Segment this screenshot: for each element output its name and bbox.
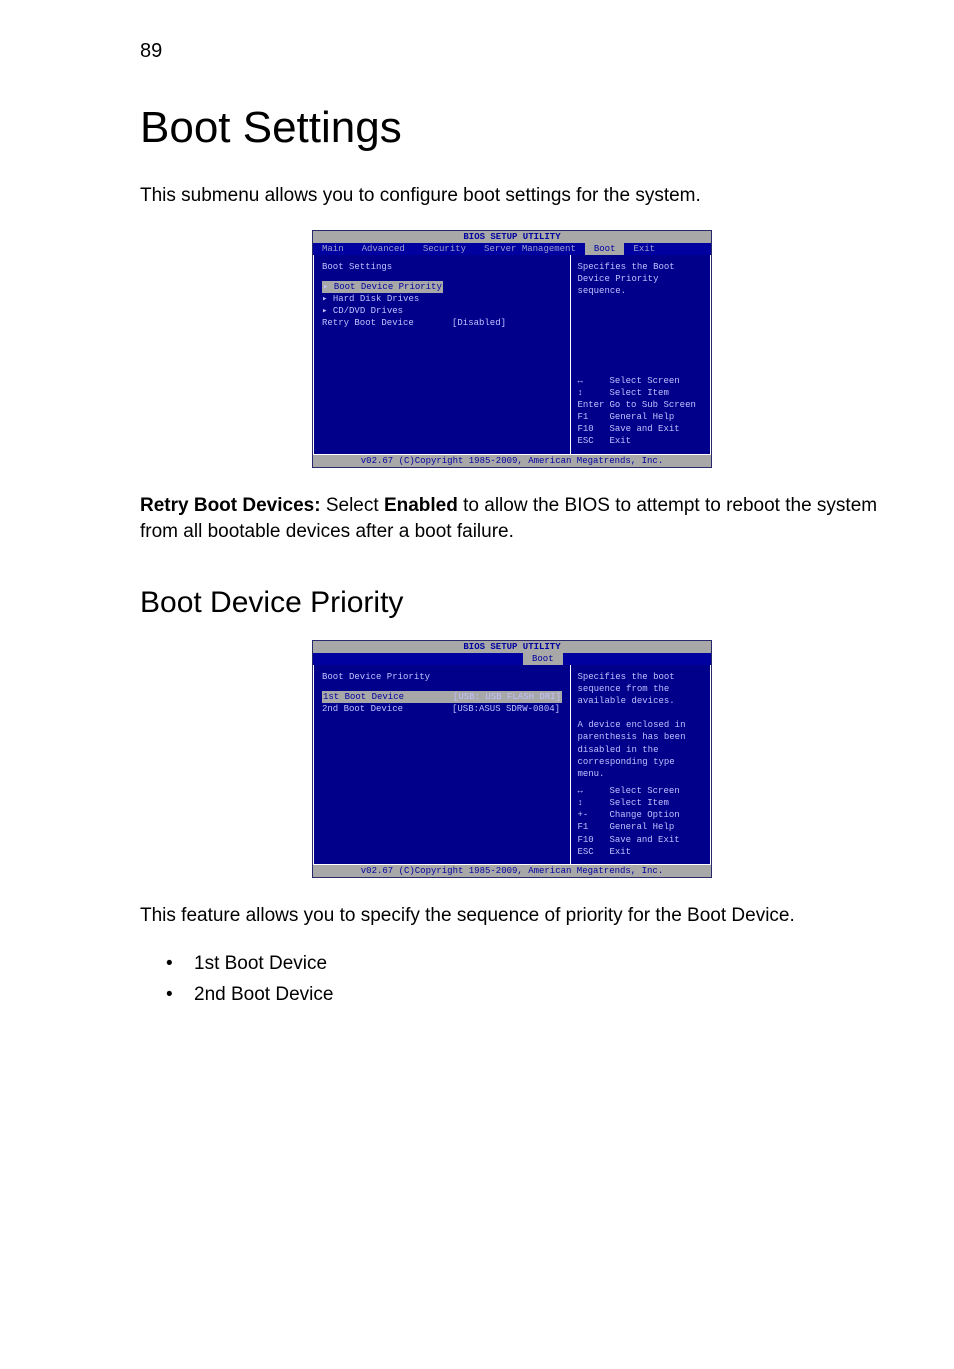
bios-tab-exit: Exit: [624, 243, 664, 255]
nav-text: General Help: [609, 821, 674, 833]
bios-item-hard-disk-drives: Hard Disk Drives: [322, 293, 419, 305]
bios-item-2nd-boot-device: 2nd Boot Device: [322, 703, 452, 715]
bios-item-retry-boot-device-value: [Disabled]: [452, 317, 506, 329]
bios-tab-bar: Main Advanced Security Server Management…: [313, 243, 711, 255]
retry-text-1: Select: [321, 495, 384, 516]
bios-item-1st-boot-device: 1st Boot Device: [322, 691, 452, 703]
section-heading-boot-device-priority: Boot Device Priority: [140, 586, 884, 620]
bios-item-2nd-boot-device-value: [USB:ASUS SDRW-0804]: [452, 703, 560, 715]
bios-screenshot-boot-device-priority: BIOS SETUP UTILITY Boot Boot Device Prio…: [312, 640, 712, 878]
bios-right-pane: Specifies the boot sequence from the ava…: [571, 665, 711, 865]
bios-tab-main: Main: [313, 243, 353, 255]
retry-bold-enabled: Enabled: [384, 495, 458, 516]
bios-title: BIOS SETUP UTILITY: [313, 641, 711, 653]
bios-help-text: Specifies the Boot Device Priority seque…: [577, 261, 704, 297]
retry-bold-label: Retry Boot Devices:: [140, 495, 321, 516]
nav-text: Select Item: [609, 387, 668, 399]
nav-text: Select Item: [609, 797, 668, 809]
nav-text: Exit: [609, 435, 631, 447]
bios-tab-boot: Boot: [585, 243, 625, 255]
nav-key: ↕: [577, 797, 609, 809]
nav-text: Select Screen: [609, 785, 679, 797]
nav-key: ↕: [577, 387, 609, 399]
bios-left-pane: Boot Device Priority 1st Boot Device [US…: [313, 665, 571, 865]
bios-tab-advanced: Advanced: [353, 243, 414, 255]
bios-item-cd-dvd-drives: CD/DVD Drives: [322, 305, 403, 317]
nav-text: Select Screen: [609, 375, 679, 387]
nav-key: +-: [577, 809, 609, 821]
nav-key: ↔: [577, 375, 609, 387]
nav-text: Save and Exit: [609, 834, 679, 846]
nav-key: F10: [577, 834, 609, 846]
bios-item-retry-boot-device: Retry Boot Device: [322, 317, 452, 329]
bios-left-pane: Boot Settings Boot Device Priority Hard …: [313, 255, 571, 455]
page-number: 89: [140, 40, 884, 63]
list-item: 2nd Boot Device: [166, 980, 884, 1010]
retry-paragraph: Retry Boot Devices: Select Enabled to al…: [140, 493, 884, 546]
page-title: Boot Settings: [140, 103, 884, 153]
nav-text: Save and Exit: [609, 423, 679, 435]
bios-tab-boot: Boot: [523, 653, 563, 665]
bios-item-boot-device-priority: Boot Device Priority: [322, 281, 443, 293]
bios-title: BIOS SETUP UTILITY: [313, 231, 711, 243]
list-item: 1st Boot Device: [166, 949, 884, 979]
nav-text: Go to Sub Screen: [609, 399, 695, 411]
bios-tab-security: Security: [414, 243, 475, 255]
intro-paragraph: This submenu allows you to configure boo…: [140, 183, 884, 210]
nav-key: ESC: [577, 846, 609, 858]
priority-paragraph: This feature allows you to specify the s…: [140, 903, 884, 930]
nav-key: F1: [577, 411, 609, 423]
nav-key: F10: [577, 423, 609, 435]
bios-footer: v02.67 (C)Copyright 1985-2009, American …: [313, 455, 711, 467]
bios-right-pane: Specifies the Boot Device Priority seque…: [571, 255, 711, 455]
boot-device-list: 1st Boot Device 2nd Boot Device: [140, 949, 884, 1010]
bios-section-heading: Boot Settings: [322, 261, 562, 273]
nav-key: ↔: [577, 785, 609, 797]
bios-item-1st-boot-device-value: [USB: USB FLASH DRI]: [452, 691, 562, 703]
bios-nav-keys: ↔Select Screen ↕Select Item +-Change Opt…: [577, 785, 704, 858]
bios-footer: v02.67 (C)Copyright 1985-2009, American …: [313, 865, 711, 877]
nav-text: Exit: [609, 846, 631, 858]
nav-key: Enter: [577, 399, 609, 411]
nav-text: Change Option: [609, 809, 679, 821]
bios-help-text: Specifies the boot sequence from the ava…: [577, 671, 704, 780]
bios-nav-keys: ↔Select Screen ↕Select Item EnterGo to S…: [577, 375, 704, 448]
nav-key: ESC: [577, 435, 609, 447]
bios-tab-server-management: Server Management: [475, 243, 585, 255]
bios-tab-bar: Boot: [313, 653, 711, 665]
nav-text: General Help: [609, 411, 674, 423]
nav-key: F1: [577, 821, 609, 833]
bios-section-heading: Boot Device Priority: [322, 671, 562, 683]
bios-screenshot-boot-settings: BIOS SETUP UTILITY Main Advanced Securit…: [312, 230, 712, 468]
